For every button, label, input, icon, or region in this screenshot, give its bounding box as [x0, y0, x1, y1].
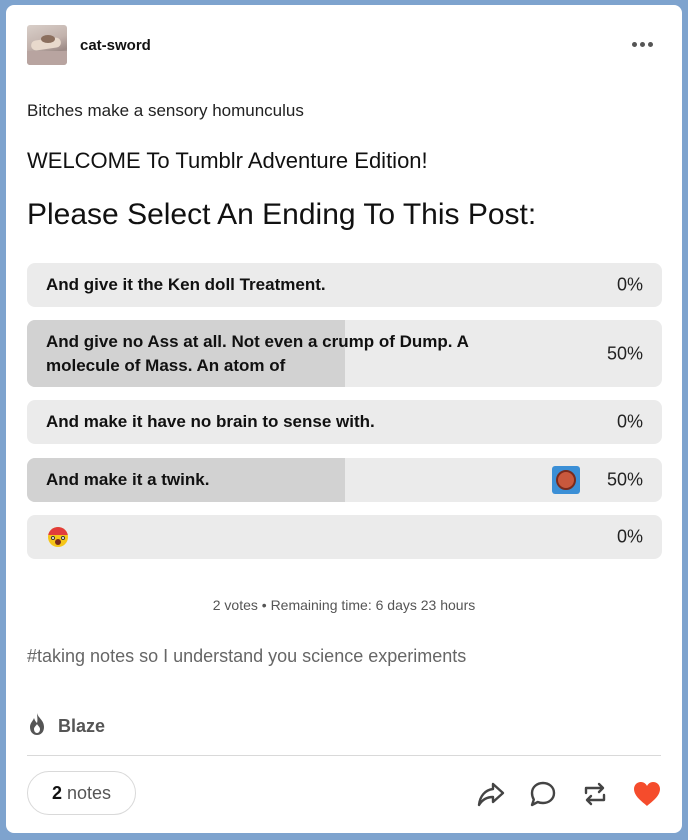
share-icon[interactable]	[476, 779, 506, 809]
poll-option-label: And make it have no brain to sense with.	[46, 412, 375, 431]
reply-icon[interactable]	[528, 779, 558, 809]
flame-icon	[26, 712, 48, 741]
poll-option-percent: 0%	[616, 526, 643, 547]
blog-avatar[interactable]	[27, 25, 67, 65]
poll-option[interactable]: And give it the Ken doll Treatment. 0%	[27, 263, 662, 307]
post-text-line2: WELCOME To Tumblr Adventure Edition!	[27, 148, 428, 173]
post-tags[interactable]: #taking notes so I understand you scienc…	[27, 646, 466, 667]
hot-face-emoji-icon	[48, 527, 68, 547]
poll-option-percent: 50%	[606, 343, 643, 363]
post-header: cat-sword	[27, 25, 661, 65]
more-icon[interactable]	[632, 42, 653, 47]
poll-meta: 2 votes • Remaining time: 6 days 23 hour…	[212, 597, 476, 613]
poll-option-label: And give no Ass at all. Not even a crump…	[46, 331, 469, 375]
blaze-label: Blaze	[58, 716, 106, 736]
post-actions	[476, 779, 662, 809]
footer-divider	[27, 755, 661, 756]
post-text-line1: Bitches make a sensory homunculus	[27, 101, 304, 120]
poll-option-percent: 0%	[616, 274, 643, 295]
poll-option[interactable]: And make it a twink. 50%	[27, 458, 662, 502]
poll-option-label: And give it the Ken doll Treatment.	[46, 275, 326, 294]
post-heading: Please Select An Ending To This Post:	[27, 198, 537, 231]
notes-count: 2	[51, 782, 62, 803]
voter-avatar[interactable]	[552, 466, 580, 494]
blog-name[interactable]: cat-sword	[80, 37, 151, 54]
poll-option[interactable]: 0%	[27, 515, 662, 559]
post-card: cat-sword Bitches make a sensory homuncu…	[6, 5, 682, 833]
poll-option[interactable]: And give no Ass at all. Not even a crump…	[27, 320, 662, 387]
poll-option[interactable]: And make it have no brain to sense with.…	[27, 400, 662, 444]
poll-option-label: And make it a twink.	[46, 470, 210, 489]
notes-label: notes	[66, 782, 112, 803]
poll-option-percent: 0%	[616, 411, 643, 432]
poll-option-percent: 50%	[606, 469, 643, 490]
like-icon[interactable]	[632, 779, 662, 809]
notes-button[interactable]: 2 notes	[27, 771, 136, 815]
reblog-icon[interactable]	[580, 779, 610, 809]
blaze-button[interactable]: Blaze	[26, 712, 105, 741]
